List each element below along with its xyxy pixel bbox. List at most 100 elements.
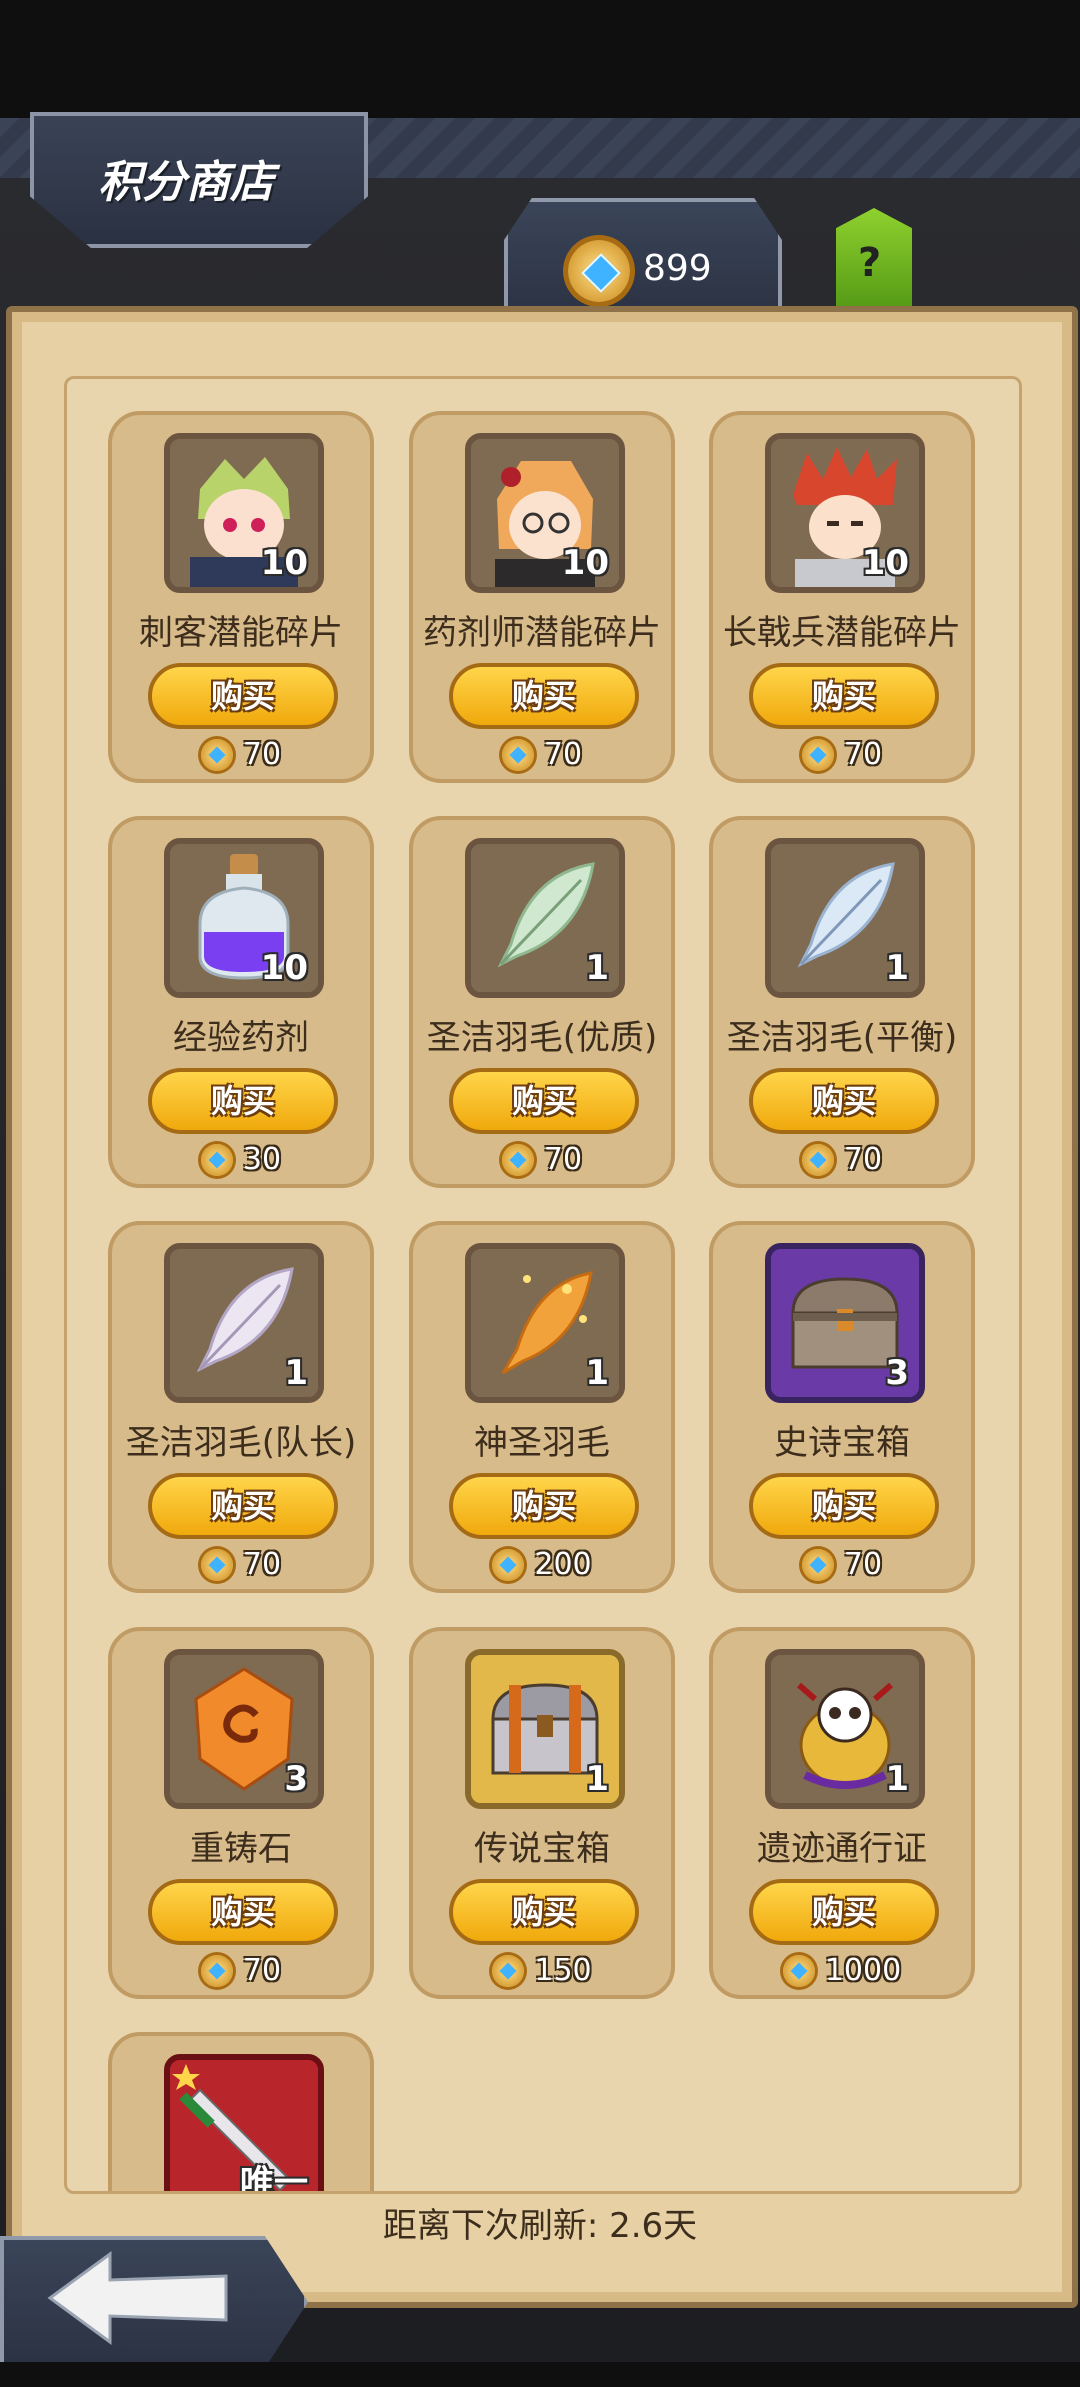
buy-button[interactable]: 购买 bbox=[449, 1473, 639, 1539]
item-price: 200 bbox=[534, 1547, 592, 1582]
shop-item-card: 10 长戟兵潜能碎片 购买 70 bbox=[709, 411, 975, 783]
item-name: 圣洁羽毛(队长) bbox=[125, 1423, 357, 1463]
item-quantity: 3 bbox=[885, 1353, 909, 1393]
item-name: 圣洁羽毛(平衡) bbox=[726, 1018, 958, 1058]
item-name: 药剂师潜能碎片 bbox=[423, 613, 661, 653]
points-coin-icon bbox=[200, 1954, 233, 1987]
item-price: 70 bbox=[843, 1547, 883, 1582]
item-quantity: 10 bbox=[861, 543, 909, 583]
item-name: 神圣羽毛 bbox=[474, 1423, 610, 1463]
item-quantity: 1 bbox=[585, 1759, 609, 1799]
points-coin-icon bbox=[501, 738, 534, 771]
price-row: 70 bbox=[112, 1953, 370, 1993]
points-coin-icon bbox=[801, 738, 834, 771]
item-price: 1000 bbox=[824, 1953, 902, 1988]
shop-screen: 积分商店 899 ? 10 刺客潜能碎片 购买 70 10 药剂师潜能碎片 购买… bbox=[0, 0, 1080, 2387]
item-name: 重铸石 bbox=[190, 1829, 292, 1869]
buy-button[interactable]: 购买 bbox=[148, 1068, 338, 1134]
ruins-pass-icon: 1 bbox=[765, 1649, 925, 1809]
points-coin-icon bbox=[200, 1548, 233, 1581]
price-row: 70 bbox=[713, 737, 971, 777]
item-price: 70 bbox=[543, 737, 583, 772]
item-price: 30 bbox=[242, 1142, 282, 1177]
shop-item-card: 3 史诗宝箱 购买 70 bbox=[709, 1221, 975, 1593]
price-row: 70 bbox=[112, 1547, 370, 1587]
item-quantity: 1 bbox=[585, 1353, 609, 1393]
white-feather-icon: 1 bbox=[164, 1243, 324, 1403]
buy-button[interactable]: 购买 bbox=[749, 663, 939, 729]
buy-button[interactable]: 购买 bbox=[148, 1879, 338, 1945]
shop-item-card: 1 圣洁羽毛(平衡) 购买 70 bbox=[709, 816, 975, 1188]
points-coin-icon bbox=[782, 1954, 815, 1987]
shop-item-card: 唯一 bbox=[108, 2032, 374, 2194]
price-row: 1000 bbox=[713, 1953, 971, 1993]
shop-item-card: 10 药剂师潜能碎片 购买 70 bbox=[409, 411, 675, 783]
epic-chest-icon: 3 bbox=[765, 1243, 925, 1403]
back-arrow-icon[interactable] bbox=[44, 2250, 244, 2346]
shop-item-card: 1 圣洁羽毛(队长) 购买 70 bbox=[108, 1221, 374, 1593]
points-coin-icon bbox=[801, 1548, 834, 1581]
price-row: 70 bbox=[112, 737, 370, 777]
halberdier-portrait-icon: 10 bbox=[765, 433, 925, 593]
potion-icon: 10 bbox=[164, 838, 324, 998]
item-quantity: 3 bbox=[284, 1759, 308, 1799]
status-bar bbox=[0, 0, 1080, 118]
help-icon[interactable]: ? bbox=[858, 240, 881, 286]
item-quantity: 1 bbox=[284, 1353, 308, 1393]
reforge-stone-icon: 3 bbox=[164, 1649, 324, 1809]
green-feather-icon: 1 bbox=[465, 838, 625, 998]
points-coin-icon bbox=[568, 240, 630, 302]
item-quantity: 1 bbox=[585, 948, 609, 988]
item-price: 150 bbox=[534, 1953, 592, 1988]
shop-item-card: 10 刺客潜能碎片 购买 70 bbox=[108, 411, 374, 783]
price-row: 200 bbox=[413, 1547, 671, 1587]
item-quantity: 1 bbox=[885, 948, 909, 988]
item-name: 圣洁羽毛(优质) bbox=[426, 1018, 658, 1058]
shop-item-card: 1 传说宝箱 购买 150 bbox=[409, 1627, 675, 1999]
buy-button[interactable]: 购买 bbox=[449, 1068, 639, 1134]
buy-button[interactable]: 购买 bbox=[749, 1879, 939, 1945]
price-row: 70 bbox=[713, 1142, 971, 1182]
buy-button[interactable]: 购买 bbox=[749, 1068, 939, 1134]
shop-item-card: 1 遗迹通行证 购买 1000 bbox=[709, 1627, 975, 1999]
item-quantity: 10 bbox=[260, 543, 308, 583]
points-coin-icon bbox=[492, 1548, 525, 1581]
item-price: 70 bbox=[843, 1142, 883, 1177]
item-grid[interactable]: 10 刺客潜能碎片 购买 70 10 药剂师潜能碎片 购买 70 10 长戟兵潜… bbox=[64, 376, 1022, 2194]
price-row: 70 bbox=[413, 737, 671, 777]
item-name: 刺客潜能碎片 bbox=[139, 613, 343, 653]
item-price: 70 bbox=[843, 737, 883, 772]
item-quantity: 唯一 bbox=[240, 2163, 308, 2194]
item-name: 经验药剂 bbox=[173, 1018, 309, 1058]
legendary-chest-icon: 1 bbox=[465, 1649, 625, 1809]
alchemist-portrait-icon: 10 bbox=[465, 433, 625, 593]
item-price: 70 bbox=[242, 1953, 282, 1988]
buy-button[interactable]: 购买 bbox=[449, 1879, 639, 1945]
points-coin-icon bbox=[501, 1143, 534, 1176]
page-title: 积分商店 bbox=[98, 157, 274, 208]
item-name: 长戟兵潜能碎片 bbox=[723, 613, 961, 653]
price-row: 30 bbox=[112, 1142, 370, 1182]
currency-value: 899 bbox=[643, 248, 712, 289]
price-row: 150 bbox=[413, 1953, 671, 1993]
price-row: 70 bbox=[713, 1547, 971, 1587]
points-coin-icon bbox=[801, 1143, 834, 1176]
unique-weapon-icon: 唯一 bbox=[164, 2054, 324, 2194]
points-coin-icon bbox=[200, 738, 233, 771]
item-name: 遗迹通行证 bbox=[757, 1829, 927, 1869]
item-name: 传说宝箱 bbox=[474, 1829, 610, 1869]
buy-button[interactable]: 购买 bbox=[749, 1473, 939, 1539]
shop-item-card: 10 经验药剂 购买 30 bbox=[108, 816, 374, 1188]
buy-button[interactable]: 购买 bbox=[148, 1473, 338, 1539]
buy-button[interactable]: 购买 bbox=[148, 663, 338, 729]
shop-item-card: 3 重铸石 购买 70 bbox=[108, 1627, 374, 1999]
assassin-portrait-icon: 10 bbox=[164, 433, 324, 593]
blue-feather-icon: 1 bbox=[765, 838, 925, 998]
item-name: 史诗宝箱 bbox=[774, 1423, 910, 1463]
price-row: 70 bbox=[413, 1142, 671, 1182]
points-coin-icon bbox=[200, 1143, 233, 1176]
buy-button[interactable]: 购买 bbox=[449, 663, 639, 729]
nav-bar bbox=[0, 2362, 1080, 2387]
item-quantity: 10 bbox=[561, 543, 609, 583]
shop-item-card: 1 圣洁羽毛(优质) 购买 70 bbox=[409, 816, 675, 1188]
